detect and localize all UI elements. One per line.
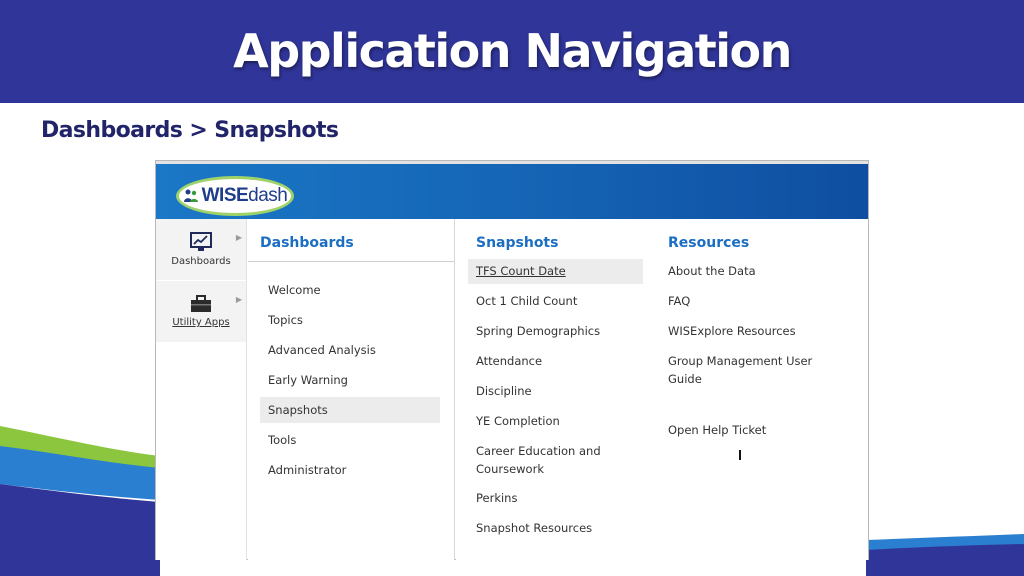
menu-item-perkins[interactable]: Perkins [468,489,517,507]
wisedash-logo[interactable]: WISEdash [176,176,294,216]
menu-item-snapshot-resources[interactable]: Snapshot Resources [468,519,592,537]
people-icon [183,189,198,202]
text-cursor-icon [739,450,741,460]
menu-item-wisexplore-resources[interactable]: WISExplore Resources [668,322,843,340]
app-screenshot: WISEdash Dashboards ▶ Utility Apps ▶ Das… [155,160,869,560]
divider [248,261,454,262]
chevron-right-icon: ▶ [235,233,242,242]
menu-item-welcome[interactable]: Welcome [260,277,440,303]
sidebar-item-label: Utility Apps [172,317,230,328]
menu-item-topics[interactable]: Topics [260,307,440,333]
menu-item-career-education[interactable]: Career Education and Coursework [468,442,618,478]
sidebar-item-utility-apps[interactable]: Utility Apps ▶ [156,281,246,342]
menu-item-attendance[interactable]: Attendance [468,352,542,370]
menu-item-tfs-count-date[interactable]: TFS Count Date [468,259,643,284]
sidebar: Dashboards ▶ Utility Apps ▶ [156,219,247,560]
menu-item-early-warning[interactable]: Early Warning [260,367,440,393]
menu-item-about-the-data[interactable]: About the Data [668,262,843,280]
menu-item-ye-completion[interactable]: YE Completion [468,412,560,430]
resources-menu-heading: Resources [668,235,750,251]
breadcrumb: Dashboards > Snapshots [41,118,339,143]
dashboards-menu: Dashboards Welcome Topics Advanced Analy… [248,219,455,560]
menu-item-snapshots[interactable]: Snapshots [260,397,440,423]
toolbox-icon [191,295,211,312]
snapshots-menu-heading: Snapshots [476,235,559,251]
menu-item-open-help-ticket[interactable]: Open Help Ticket [668,421,843,439]
logo-text: WISEdash [201,185,288,206]
menu-item-oct-1-child-count[interactable]: Oct 1 Child Count [468,292,577,310]
dashboards-menu-heading: Dashboards [260,235,354,251]
menu-item-group-management-guide[interactable]: Group Management User Guide [668,352,818,388]
menu-item-discipline[interactable]: Discipline [468,382,532,400]
sidebar-item-dashboards[interactable]: Dashboards ▶ [156,219,246,280]
menu-item-tools[interactable]: Tools [260,427,440,453]
resources-menu: Resources About the Data FAQ WISExplore … [656,219,868,560]
menu-item-faq[interactable]: FAQ [668,292,843,310]
menu-item-spring-demographics[interactable]: Spring Demographics [468,322,600,340]
sidebar-item-label: Dashboards [171,256,231,267]
app-header: WISEdash [156,161,868,219]
menu-item-advanced-analysis[interactable]: Advanced Analysis [260,337,440,363]
slide-title: Application Navigation [233,23,792,78]
menu-item-administrator[interactable]: Administrator [260,457,440,483]
chart-monitor-icon [190,232,212,251]
slide-title-bar: Application Navigation [0,0,1024,103]
snapshots-menu: Snapshots TFS Count Date Oct 1 Child Cou… [456,219,656,560]
chevron-right-icon: ▶ [235,295,242,304]
